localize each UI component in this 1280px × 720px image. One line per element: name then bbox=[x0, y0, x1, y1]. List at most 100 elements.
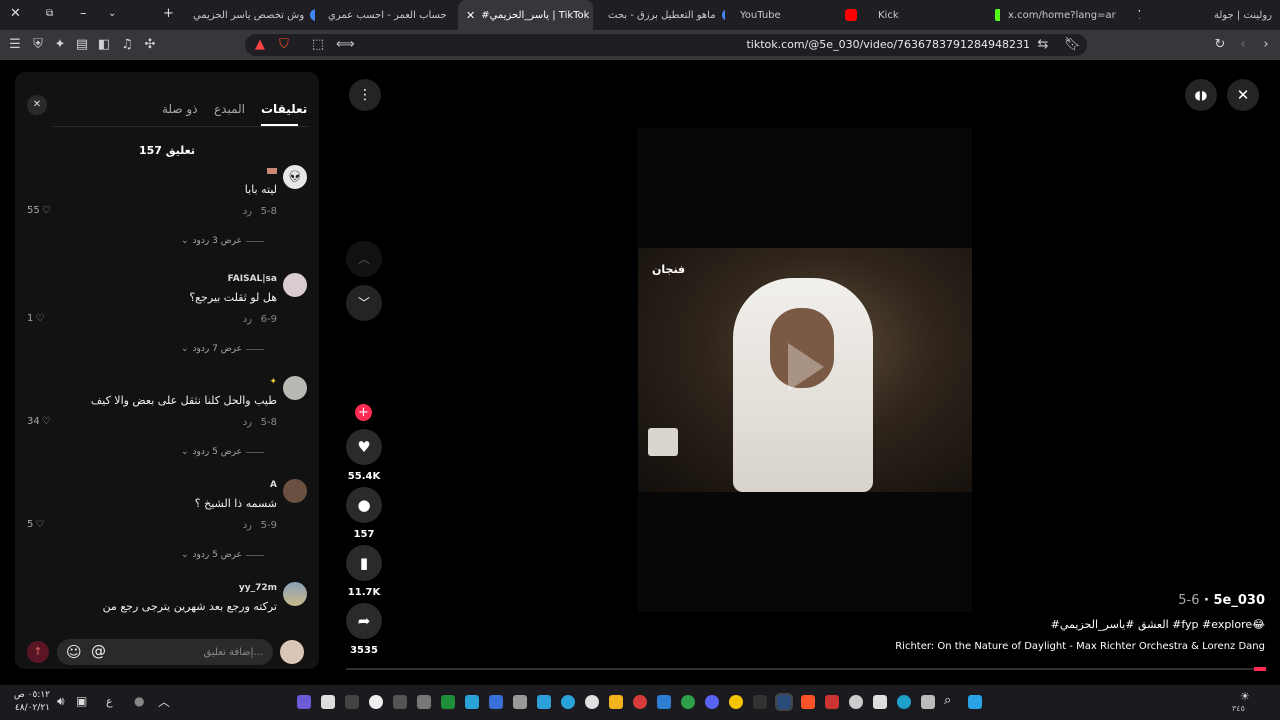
tab-list-icon[interactable]: ⌄ bbox=[108, 8, 116, 19]
settings-icon[interactable] bbox=[849, 695, 863, 709]
tab-related[interactable]: ذو صلة bbox=[162, 102, 198, 116]
app-icon[interactable] bbox=[609, 695, 623, 709]
tab-x[interactable]: x.com/home?lang=ar 𝕏 bbox=[1000, 0, 1140, 30]
brave-icon[interactable] bbox=[801, 695, 815, 709]
reply-button[interactable]: رد bbox=[243, 417, 252, 428]
play-icon[interactable] bbox=[788, 343, 824, 391]
comment-button[interactable]: ● bbox=[346, 487, 382, 523]
music-icon[interactable]: ♫ bbox=[119, 37, 135, 53]
share-url-icon[interactable]: ⇆ bbox=[1035, 37, 1051, 53]
steam-icon[interactable] bbox=[775, 693, 793, 711]
send-comment-button[interactable]: ↑ bbox=[27, 641, 49, 663]
minimize-window-icon[interactable]: – bbox=[80, 6, 87, 21]
view-replies-button[interactable]: ⌄ عرض 5 ردود bbox=[181, 447, 264, 457]
avatar[interactable] bbox=[283, 376, 307, 400]
tab-age-calc[interactable]: حساب العمر - احسب عمري bbox=[320, 0, 450, 30]
comment-input[interactable] bbox=[57, 639, 273, 665]
app-icon[interactable] bbox=[537, 695, 551, 709]
reader-icon[interactable]: ▤ bbox=[74, 37, 90, 53]
file-icon[interactable] bbox=[321, 695, 335, 709]
close-tab-icon[interactable]: ✕ bbox=[466, 9, 475, 22]
app-icon[interactable] bbox=[585, 695, 599, 709]
tab-kick[interactable]: Kick bbox=[870, 0, 1000, 30]
pin-icon[interactable]: ✦ bbox=[52, 37, 68, 53]
microphone-icon[interactable]: ● bbox=[134, 694, 144, 708]
tab-google-search[interactable]: ماهو التعطيل برزق - بحث bbox=[600, 0, 725, 30]
app-icon[interactable] bbox=[417, 695, 431, 709]
like-button[interactable]: ♥ bbox=[346, 429, 382, 465]
extensions-icon[interactable]: ✣ bbox=[142, 37, 158, 53]
close-window-icon[interactable]: ✕ bbox=[10, 6, 21, 21]
previous-video-button[interactable]: ︿ bbox=[346, 241, 382, 277]
brave-shields-icon[interactable]: ⛉ bbox=[276, 37, 292, 53]
new-tab-icon[interactable]: + bbox=[163, 6, 174, 21]
volume-icon[interactable]: 🔊︎ bbox=[57, 694, 65, 709]
reload-icon[interactable]: ↻ bbox=[1212, 37, 1228, 53]
video-player[interactable]: فنجان bbox=[638, 248, 972, 492]
tab-rolint[interactable]: رولينت | جولة bbox=[1150, 0, 1280, 30]
telegram-icon[interactable] bbox=[561, 695, 575, 709]
avatar[interactable] bbox=[283, 479, 307, 503]
tray-overflow-icon[interactable]: ︿ bbox=[158, 693, 170, 710]
menu-icon[interactable]: ☰ bbox=[7, 37, 23, 53]
view-replies-button[interactable]: ⌄ عرض 7 ردود bbox=[181, 344, 264, 354]
brave-rewards-icon[interactable]: ▲ bbox=[252, 37, 268, 53]
excel-icon[interactable] bbox=[441, 695, 455, 709]
like-comment-button[interactable]: 5 ♡ bbox=[27, 519, 44, 530]
tab-tiktok[interactable]: ✕ #ياسر_الحزيمي | TikTok bbox=[458, 0, 593, 30]
back-icon[interactable]: › bbox=[1258, 37, 1274, 53]
avatar[interactable] bbox=[283, 273, 307, 297]
search-icon[interactable]: ⌕ bbox=[944, 693, 951, 708]
app-icon[interactable] bbox=[633, 695, 647, 709]
app-icon[interactable] bbox=[297, 695, 311, 709]
input-language[interactable]: ع bbox=[106, 695, 113, 708]
save-button[interactable]: ▮ bbox=[346, 545, 382, 581]
tab-comments[interactable]: تعليقات bbox=[261, 102, 307, 116]
next-video-button[interactable]: ﹀ bbox=[346, 285, 382, 321]
mention-icon[interactable]: @ bbox=[91, 642, 106, 660]
view-replies-button[interactable]: ⌄ عرض 3 ردود bbox=[181, 236, 264, 246]
tray-widget-icon[interactable]: ☀ bbox=[1240, 690, 1250, 703]
follow-plus-button[interactable]: + bbox=[355, 404, 372, 421]
app-icon[interactable] bbox=[513, 695, 527, 709]
app-icon[interactable] bbox=[465, 695, 479, 709]
tab-google-search-2[interactable]: وش تخصص ياسر الحزيمي bbox=[185, 0, 315, 30]
discord-icon[interactable] bbox=[705, 695, 719, 709]
reply-button[interactable]: رد bbox=[243, 206, 252, 217]
video-hashtags[interactable]: #العشق #ياسر_الحزيمي #fyp #explore😂 bbox=[1051, 618, 1265, 631]
emoji-icon[interactable]: ☺ bbox=[66, 643, 82, 661]
like-comment-button[interactable]: 1 ♡ bbox=[27, 313, 44, 324]
translate-icon[interactable]: ⟺ bbox=[336, 37, 355, 53]
comment-username[interactable]: yy_72m bbox=[239, 583, 277, 593]
url-text[interactable]: tiktok.com/@5e_030/video/763678379128494… bbox=[700, 38, 1030, 51]
like-comment-button[interactable]: 34 ♡ bbox=[27, 416, 51, 427]
like-comment-button[interactable]: 55 ♡ bbox=[27, 205, 51, 216]
bookmark-icon[interactable]: 🔖︎ bbox=[1064, 37, 1081, 53]
app-icon[interactable] bbox=[729, 695, 743, 709]
video-progress-bar[interactable] bbox=[346, 667, 1266, 671]
share-button[interactable]: ➦ bbox=[346, 603, 382, 639]
restore-window-icon[interactable]: ⧉ bbox=[46, 8, 53, 19]
xbox-icon[interactable] bbox=[681, 695, 695, 709]
video-author[interactable]: 5-6 · 5e_030 bbox=[1178, 593, 1265, 608]
app-icon[interactable] bbox=[489, 695, 503, 709]
app-icon[interactable] bbox=[753, 695, 767, 709]
comment-username[interactable]: A bbox=[270, 480, 277, 490]
reply-button[interactable]: رد bbox=[243, 520, 252, 531]
close-comments-button[interactable]: ✕ bbox=[27, 95, 47, 115]
app-icon[interactable] bbox=[345, 695, 359, 709]
app-icon[interactable] bbox=[657, 695, 671, 709]
app-icon[interactable] bbox=[825, 695, 839, 709]
shield-icon[interactable]: ⛨ bbox=[30, 37, 46, 53]
avatar[interactable] bbox=[283, 582, 307, 606]
mute-button[interactable]: ◖◗ bbox=[1185, 79, 1217, 111]
screenshot-icon[interactable]: ⬚ bbox=[310, 37, 326, 53]
reply-button[interactable]: رد bbox=[243, 314, 252, 325]
tab-youtube[interactable]: YouTube bbox=[732, 0, 862, 30]
avatar[interactable]: 👽︎ bbox=[283, 165, 307, 189]
app-icon[interactable] bbox=[369, 695, 383, 709]
forward-icon[interactable]: ‹ bbox=[1235, 37, 1251, 53]
network-icon[interactable]: ▣ bbox=[76, 694, 87, 708]
comment-username[interactable]: FAISAL|sa bbox=[228, 274, 277, 284]
view-replies-button[interactable]: ⌄ عرض 5 ردود bbox=[181, 550, 264, 560]
